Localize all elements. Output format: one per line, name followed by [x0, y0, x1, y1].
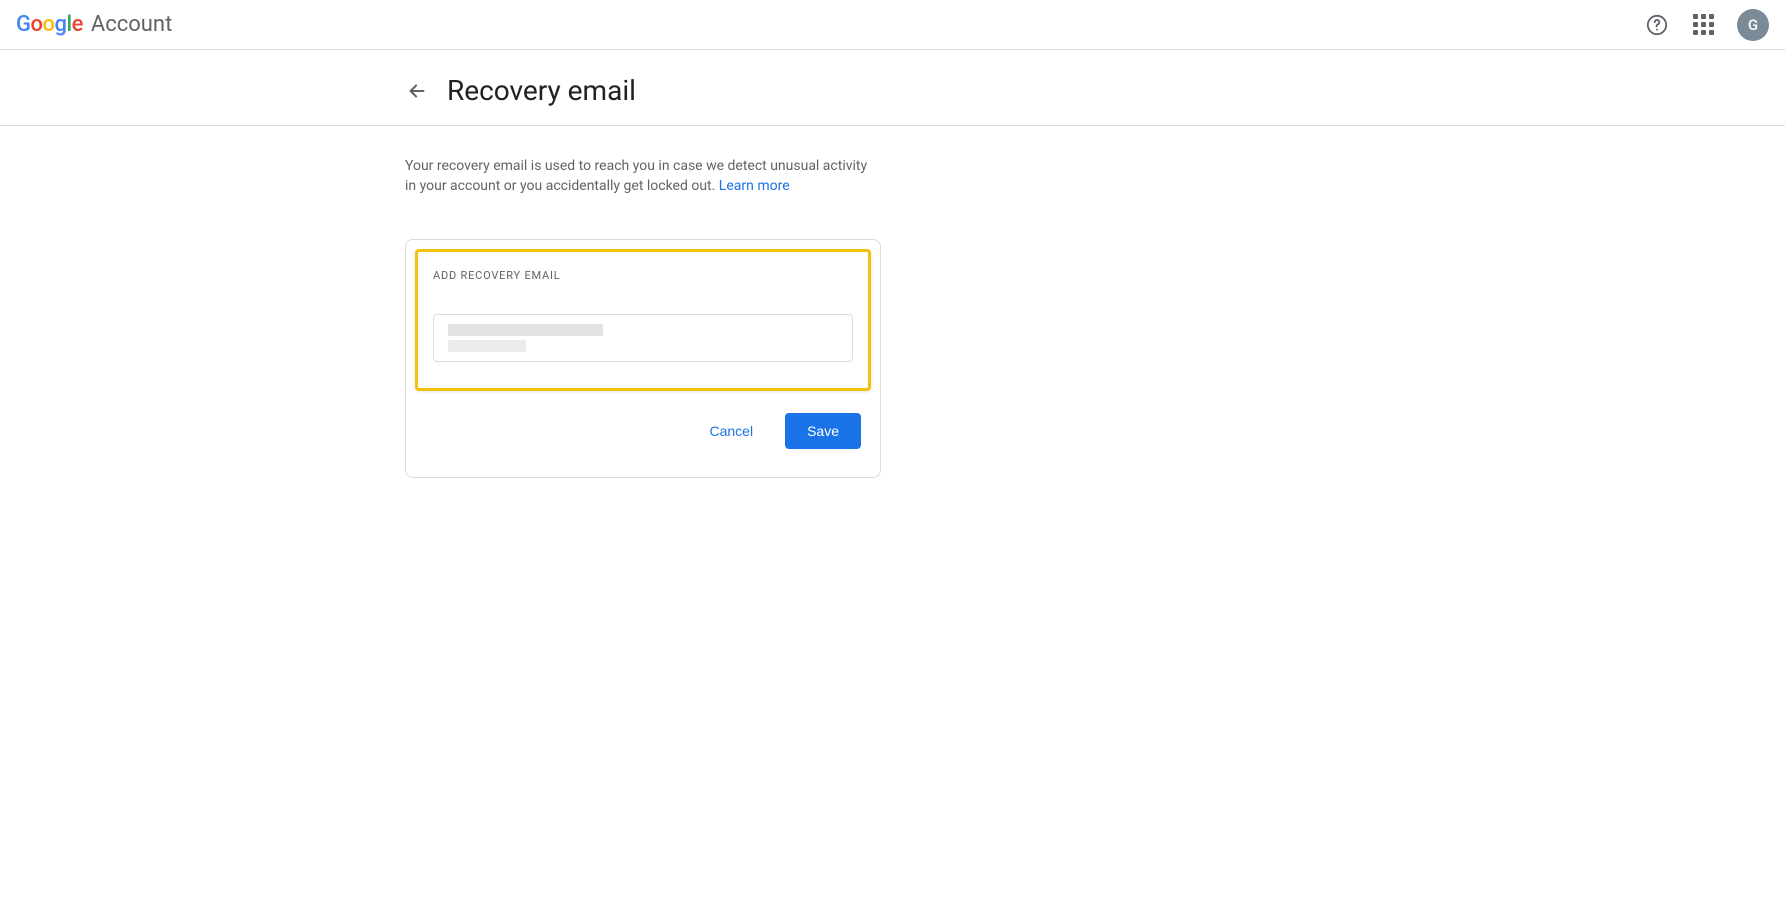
page-title: Recovery email: [447, 74, 636, 107]
description-text: Your recovery email is used to reach you…: [405, 158, 867, 194]
description: Your recovery email is used to reach you…: [405, 156, 875, 197]
logo-letter-g: G: [16, 14, 31, 36]
back-button[interactable]: [405, 79, 429, 103]
app-header: G o o g l e Account G: [0, 0, 1785, 50]
product-name: Account: [91, 12, 172, 37]
brand[interactable]: G o o g l e Account: [16, 12, 172, 37]
learn-more-link[interactable]: Learn more: [719, 178, 790, 194]
apps-icon[interactable]: [1691, 13, 1715, 37]
content: Your recovery email is used to reach you…: [0, 126, 880, 478]
highlighted-section: ADD RECOVERY EMAIL: [415, 249, 871, 391]
avatar[interactable]: G: [1737, 9, 1769, 41]
logo-letter-e: e: [72, 14, 83, 36]
redacted-placeholder: [448, 324, 603, 352]
field-label: ADD RECOVERY EMAIL: [433, 269, 853, 282]
recovery-email-card: ADD RECOVERY EMAIL Cancel Save: [405, 239, 881, 478]
logo-letter-o2: o: [42, 14, 54, 36]
logo-letter-o1: o: [31, 14, 43, 36]
help-icon[interactable]: [1645, 13, 1669, 37]
avatar-initial: G: [1748, 16, 1758, 34]
card-actions: Cancel Save: [415, 413, 871, 449]
save-button[interactable]: Save: [785, 413, 861, 449]
google-logo: G o o g l e: [16, 14, 83, 36]
page-title-row: Recovery email: [0, 50, 1785, 125]
header-actions: G: [1645, 9, 1769, 41]
cancel-button[interactable]: Cancel: [705, 415, 757, 447]
logo-letter-g2: g: [54, 14, 66, 36]
email-input-wrap[interactable]: [433, 314, 853, 362]
